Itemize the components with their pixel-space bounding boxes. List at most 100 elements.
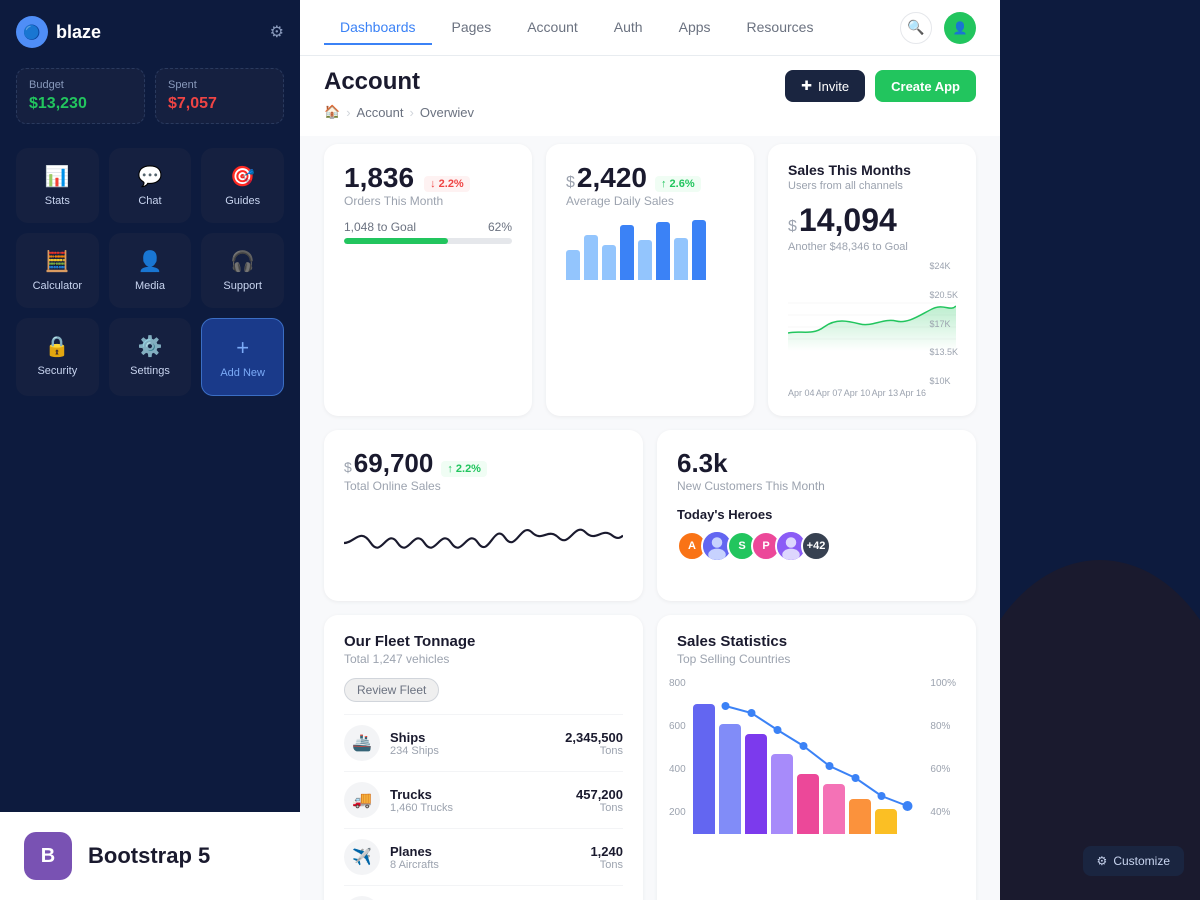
bar-5 [638,240,652,280]
planes-icon: ✈️ [344,839,380,875]
invite-label: Invite [818,79,849,94]
fleet-row-planes: ✈️ Planes 8 Aircrafts 1,240 Tons [344,828,623,885]
bar-col-7 [849,799,871,834]
ships-name: Ships [390,730,565,745]
sidebar-item-settings[interactable]: ⚙️ Settings [109,318,192,396]
main-content-area: Dashboards Pages Account Auth Apps Resou… [300,0,1000,900]
daily-sales-label: Average Daily Sales [566,194,734,208]
spent-label: Spent [168,79,271,91]
trucks-value: 457,200 [576,787,623,802]
sidebar-item-media[interactable]: 👤 Media [109,233,192,308]
stats-label: Stats [45,195,70,207]
bar-4 [620,225,634,280]
goal-label: 1,048 to Goal [344,220,416,234]
media-icon: 👤 [138,249,163,274]
sidebar-item-calculator[interactable]: 🧮 Calculator [16,233,99,308]
budget-value: $13,230 [29,95,132,113]
fleet-subtitle: Total 1,247 vehicles [344,652,623,666]
customize-label: Customize [1113,854,1170,868]
bar-col-3 [745,734,767,834]
top-navigation: Dashboards Pages Account Auth Apps Resou… [300,0,1000,56]
support-label: Support [223,280,262,292]
sales-month-sub: Users from all channels [788,180,956,192]
sales-month-title: Sales This Months [788,162,956,178]
bar-col-6 [823,784,845,834]
orders-number: 1,836 ↓ 2.2% [344,162,512,194]
fleet-card: Our Fleet Tonnage Total 1,247 vehicles R… [324,615,643,900]
ships-sub: 234 Ships [390,745,565,757]
bar-col-4 [771,754,793,834]
goal-pct: 62% [488,220,512,234]
planes-unit: Tons [590,859,623,871]
budget-card: Budget $13,230 [16,68,145,124]
new-customers-card: 6.3k New Customers This Month Today's He… [657,430,976,601]
trucks-unit: Tons [576,802,623,814]
grid-menu: 📊 Stats 💬 Chat 🎯 Guides 🧮 Calculator 👤 M… [16,148,284,396]
logo-area: 🔵 blaze [16,16,101,48]
progress-fill [344,238,448,244]
fleet-row-trucks: 🚚 Trucks 1,460 Trucks 457,200 Tons [344,771,623,828]
bottom-section: Our Fleet Tonnage Total 1,247 vehicles R… [324,615,976,900]
sidebar-item-guides[interactable]: 🎯 Guides [201,148,284,223]
invite-button[interactable]: ✚ Invite [785,70,865,102]
logo-text: blaze [56,22,101,43]
breadcrumb-home: 🏠 [324,104,340,120]
user-avatar-button[interactable]: 👤 [944,12,976,44]
sales-bar-chart: 800 600 400 200 [677,678,956,838]
tab-pages[interactable]: Pages [436,11,508,45]
nav-tabs: Dashboards Pages Account Auth Apps Resou… [324,11,829,45]
bar-6 [656,222,670,280]
sidebar-item-stats[interactable]: 📊 Stats [16,148,99,223]
sidebar-item-chat[interactable]: 💬 Chat [109,148,192,223]
bootstrap-icon: B [24,832,72,880]
customize-button[interactable]: ⚙ Customize [1083,846,1184,876]
bar-8 [692,220,706,280]
spent-card: Spent $7,057 [155,68,284,124]
area-chart-container: $24K $20.5K $17K $13.5K $10K [788,261,956,386]
stats-row-1: 1,836 ↓ 2.2% Orders This Month 1,048 to … [324,144,976,416]
bar-3 [602,245,616,280]
stats-row-2: $ 69,700 ↑ 2.2% Total Online Sales 6.3k … [324,430,976,601]
breadcrumb-overview: Overwiev [420,105,474,120]
guides-label: Guides [225,195,260,207]
add-new-icon: + [236,335,249,361]
review-fleet-button[interactable]: Review Fleet [344,678,439,702]
dashboard-content: 1,836 ↓ 2.2% Orders This Month 1,048 to … [300,136,1000,900]
ships-value: 2,345,500 [565,730,623,745]
bar-col-2 [719,724,741,834]
chat-icon: 💬 [138,164,163,189]
tab-apps[interactable]: Apps [663,11,727,45]
sales-stats-sub: Top Selling Countries [677,652,956,666]
squiggle-chart [344,503,623,583]
budget-label: Budget [29,79,132,91]
bar-7 [674,238,688,280]
security-label: Security [37,365,77,377]
security-icon: 🔒 [45,334,70,359]
total-online-card: $ 69,700 ↑ 2.2% Total Online Sales [324,430,643,601]
calculator-label: Calculator [33,280,83,292]
sidebar-item-add-new[interactable]: + Add New [201,318,284,396]
spent-value: $7,057 [168,95,271,113]
daily-sales-badge: ↑ 2.6% [655,176,701,192]
sidebar-item-support[interactable]: 🎧 Support [201,233,284,308]
tab-account[interactable]: Account [511,11,594,45]
sidebar-item-security[interactable]: 🔒 Security [16,318,99,396]
budget-cards: Budget $13,230 Spent $7,057 [16,68,284,124]
sales-month-card: Sales This Months Users from all channel… [768,144,976,416]
media-label: Media [135,280,165,292]
planes-value: 1,240 [590,844,623,859]
orders-card: 1,836 ↓ 2.2% Orders This Month 1,048 to … [324,144,532,416]
orders-badge: ↓ 2.2% [424,176,470,192]
tab-auth[interactable]: Auth [598,11,659,45]
search-button[interactable]: 🔍 [900,12,932,44]
sidebar-gear-icon[interactable]: ⚙ [270,22,284,42]
daily-sales-header: $ 2,420 ↑ 2.6% [566,162,734,194]
planes-name: Planes [390,844,590,859]
create-app-button[interactable]: Create App [875,70,976,102]
fleet-row-ships: 🚢 Ships 234 Ships 2,345,500 Tons [344,714,623,771]
tab-resources[interactable]: Resources [731,11,830,45]
settings-label: Settings [130,365,170,377]
heroes-avatars: A S P +42 [677,530,956,562]
tab-dashboards[interactable]: Dashboards [324,11,432,45]
chat-label: Chat [138,195,161,207]
